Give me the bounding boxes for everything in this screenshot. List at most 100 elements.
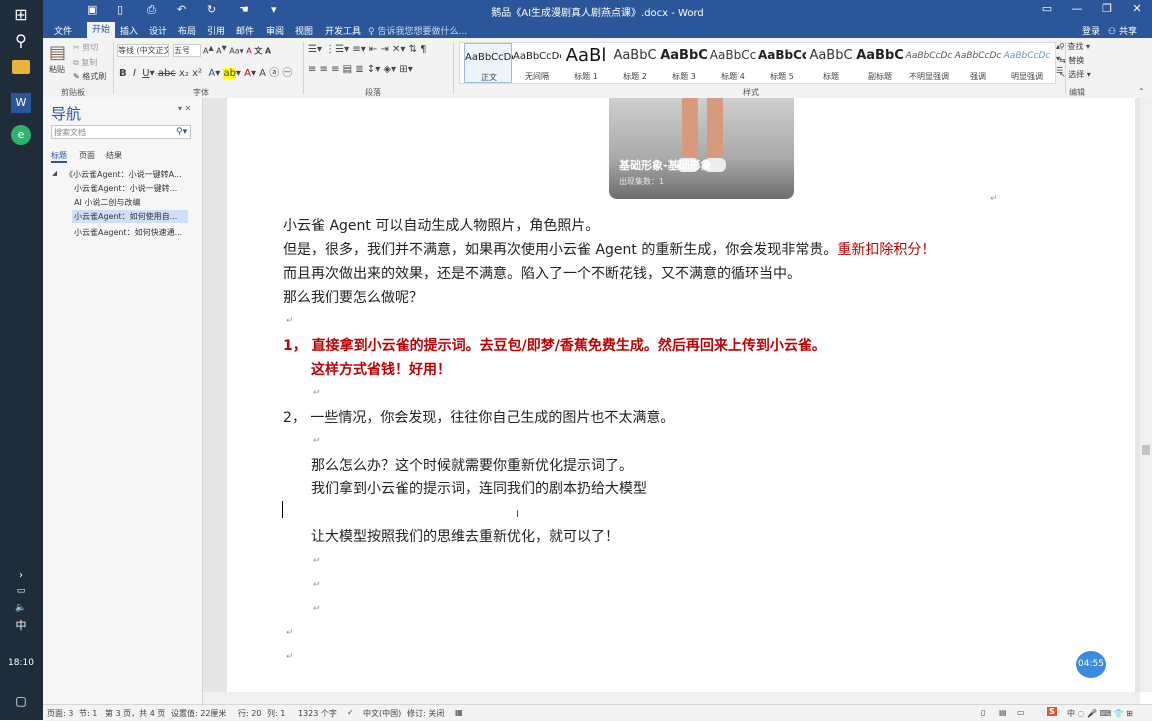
tab-mailings[interactable]: 邮件 [236,24,254,37]
grow-shrink-font-icons[interactable]: A▲ A▼ Aa▾ A 文 A [203,44,271,57]
read-mode-icon[interactable]: ▯ [981,708,985,717]
macro-record-icon[interactable]: ▦ [455,708,463,717]
search-icon[interactable]: ⚲▾ [176,127,187,137]
card-title: 基础形象-基础形象 [619,159,712,172]
status-page-count[interactable]: 第 3 页，共 4 页 [105,708,165,719]
tab-insert[interactable]: 插入 [120,24,138,37]
style-item-11[interactable]: AaBbCcDc 明显强调 [1003,43,1051,83]
status-word-count[interactable]: 1323 个字 [298,708,337,719]
status-column[interactable]: 列: 1 [267,708,285,719]
nav-heading-item[interactable]: 小云雀Agent：小说一键转... [74,183,186,194]
sogou-ime-icon[interactable]: S [1047,707,1057,716]
style-item-7[interactable]: AaBbC 标题 [807,43,855,83]
doc-paragraph[interactable]: 2， 一些情况，你会发现，往往你自己生成的图片也不太满意。 [283,407,674,427]
paste-icon[interactable]: ▤ [49,42,66,63]
list-indent-icons[interactable]: ☰▾ ⋮☰▾ ≡▾ ⇤ ⇥ ✕▾ ⇅ ¶ [308,44,427,55]
search-icon[interactable]: ⚲ [9,30,33,52]
collapse-ribbon-icon[interactable]: ⌃ [1138,87,1145,96]
font-name-select[interactable]: 等线 (中文正文) [117,44,169,57]
style-item-0[interactable]: AaBbCcDc 正文 [464,43,513,83]
sign-in-link[interactable]: 登录 [1082,24,1100,37]
style-item-1[interactable]: AaBbCcDc 无间隔 [513,43,561,83]
copy-button[interactable]: ⧉ 复制 [73,57,97,68]
tab-design[interactable]: 设计 [149,24,167,37]
status-page[interactable]: 页面: 3 [47,708,73,719]
tell-me-box[interactable]: ♀ 告诉我您想要做什么... [368,24,467,37]
status-position[interactable]: 设置值: 22厘米 [171,708,226,719]
doc-paragraph[interactable]: 但是，很多，我们并不满意，如果再次使用小云雀 Agent 的重新生成，你会发现非… [283,239,935,259]
nav-search-input[interactable]: 搜索文档 [51,125,191,139]
select-button[interactable]: ↖ 选择 ▾ [1059,69,1091,80]
tab-home[interactable]: 开始 [87,22,116,38]
replace-button[interactable]: ⇆ 替换 [1059,55,1084,66]
taskbar-clock[interactable]: 18:10 [4,652,38,674]
doc-paragraph-red[interactable]: 1， 直接拿到小云雀的提示词。去豆包/即梦/香蕉免费生成。然后再回来上传到小云雀… [283,335,826,355]
doc-paragraph-red[interactable]: 这样方式省钱！好用！ [311,359,451,379]
maximize-button[interactable]: ❐ [1092,2,1122,15]
green-app-icon[interactable]: e [11,125,31,145]
format-painter-button[interactable]: ✎ 格式刷 [73,71,106,82]
style-item-10[interactable]: AaBbCcDc 强调 [954,43,1002,83]
style-item-3[interactable]: AaBbC 标题 2 [611,43,659,83]
style-preview: AaBbCcDc [513,51,561,62]
cut-button[interactable]: ✂ 剪切 [73,42,98,53]
status-line[interactable]: 行: 20 [238,708,261,719]
tab-view[interactable]: 视图 [295,24,313,37]
close-button[interactable]: ✕ [1122,2,1152,15]
file-explorer-icon[interactable] [12,60,30,74]
style-item-8[interactable]: AaBbC 副标题 [856,43,904,83]
minimize-button[interactable]: — [1062,2,1092,15]
style-item-4[interactable]: AaBbC 标题 3 [660,43,708,83]
align-border-icons[interactable]: ≡ ≡ ≡ ▤ ≣ ↕▾ ◈▾ ⊞▾ [308,64,413,75]
scissors-icon: ✂ [73,43,80,52]
nav-heading-item-selected[interactable]: 小云雀Agent：如何使用自... [72,210,188,223]
doc-paragraph[interactable]: 那么我们要怎么做呢？ [283,287,423,307]
ribbon-options-icon[interactable]: ▭ [1032,2,1062,15]
windows-start-icon[interactable]: ⊞ [9,4,33,26]
vertical-scrollbar[interactable] [1140,98,1152,692]
tab-review[interactable]: 审阅 [266,24,284,37]
tab-file[interactable]: 文件 [54,24,72,37]
status-track-changes[interactable]: 修订: 关闭 [407,708,444,719]
collapse-triangle-icon[interactable]: ◢ [52,169,57,177]
tab-references[interactable]: 引用 [207,24,225,37]
web-layout-icon[interactable]: ▭ [1017,708,1025,717]
nav-heading-item[interactable]: 小云雀Aagent：如何快速通... [74,227,186,238]
nav-tab-headings[interactable]: 标题 [51,150,67,163]
status-language[interactable]: 中文(中国) [363,708,401,719]
share-button[interactable]: ⚇ 共享 [1108,24,1137,37]
doc-paragraph[interactable]: 让大模型按照我们的思维去重新优化，就可以了！ [311,526,619,546]
tab-developer[interactable]: 开发工具 [325,24,361,37]
doc-paragraph[interactable]: 我们拿到小云雀的提示词，连同我们的剧本扔给大模型 [311,478,647,498]
doc-paragraph[interactable]: 而且再次做出来的效果，还是不满意。陷入了一个不断花钱，又不满意的循环当中。 [283,263,801,283]
style-item-5[interactable]: AaBbCc 标题 4 [709,43,757,83]
scroll-thumb[interactable] [1142,445,1150,455]
nav-tab-results[interactable]: 结果 [106,150,122,161]
style-item-9[interactable]: AaBbCcDc 不明显强调 [905,43,953,83]
word-app-icon[interactable]: W [11,93,31,113]
nav-options-icon[interactable]: ▾ ✕ [178,104,191,113]
nav-tab-pages[interactable]: 页面 [79,150,95,161]
find-button[interactable]: ⚲ 查找 ▾ [1059,41,1090,52]
horizontal-scrollbar[interactable] [203,692,1140,704]
notification-icon[interactable]: ▢ [9,690,33,712]
doc-paragraph[interactable]: 那么怎么办？这个时候就需要你重新优化提示词了。 [311,455,633,475]
doc-paragraph[interactable]: 小云雀 Agent 可以自动生成人物照片，角色照片。 [283,215,599,235]
ime-indicator[interactable]: 中 [9,615,33,637]
nav-heading-item[interactable]: AI 小说二创与改编 [74,197,186,208]
paste-button[interactable]: 粘贴 [49,64,65,75]
font-size-select[interactable]: 五号 [173,44,201,57]
recording-timer-badge[interactable]: 04:55 [1076,651,1106,678]
style-item-6[interactable]: AaBbCc 标题 5 [758,43,806,83]
font-format-icons[interactable]: B I U▾ abc x₂ x² A▾ ab▾ A▾ A ⓐ ㊀ [119,64,292,79]
nav-heading-item[interactable]: 《小云雀Agent：小说一键转A... [65,169,185,180]
character-image-card[interactable]: 基础形象-基础形象 出现集数：1 [609,98,794,199]
tab-layout[interactable]: 布局 [178,24,196,37]
ime-tray-icons[interactable]: 中 ◌ 🎤 ⌨ 👕 ⊞ [1067,708,1133,719]
style-item-2[interactable]: AaBl 标题 1 [562,43,610,83]
status-section[interactable]: 节: 1 [79,708,97,719]
find-label: 查找 [1067,42,1084,51]
style-preview: AaBbCc [758,48,806,62]
proofing-icon[interactable]: ✓ [347,708,354,717]
print-layout-icon[interactable]: ▤ [999,708,1007,717]
